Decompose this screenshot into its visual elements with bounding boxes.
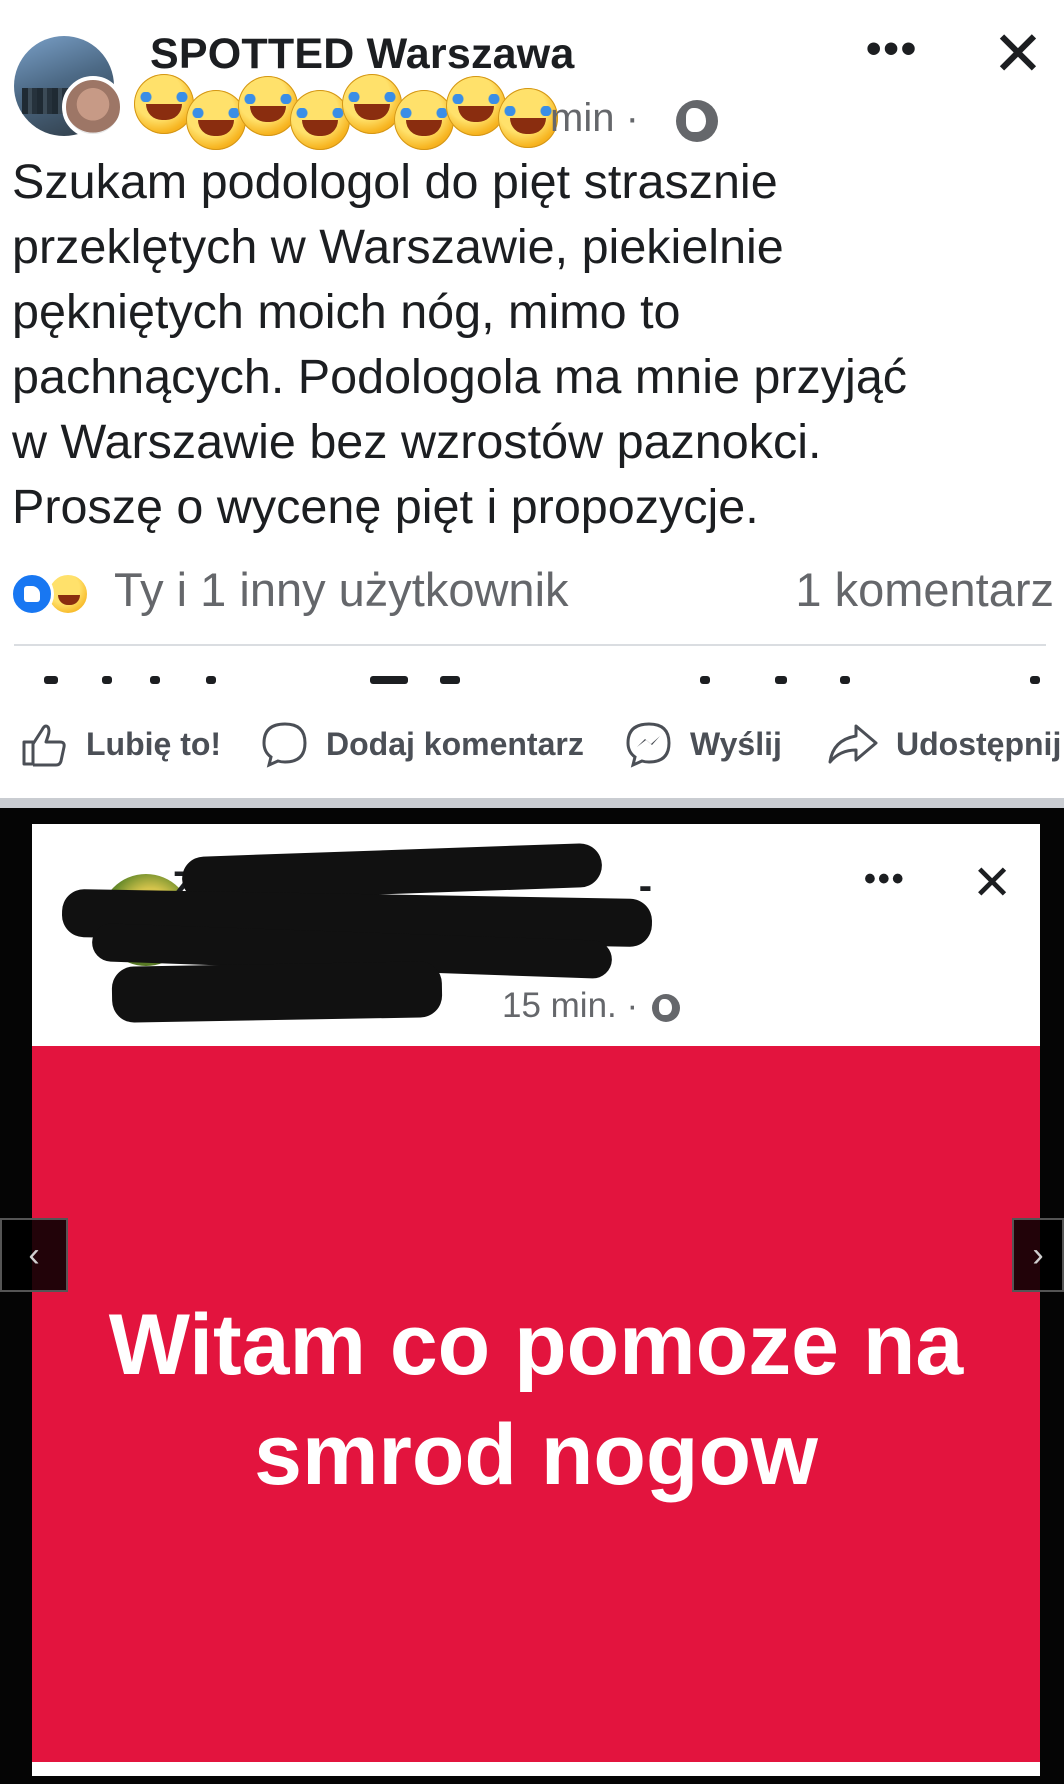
close-icon[interactable]: ✕ [992, 24, 1044, 86]
facebook-post: SPOTTED Warszawa min · ••• ✕ Szukam podo… [0, 0, 1064, 808]
laughing-emoji-icon [498, 88, 558, 148]
laughing-emoji-icon [186, 90, 246, 150]
send-label: Wyślij [690, 725, 782, 762]
text-post-line: smrod nogow [254, 1407, 818, 1503]
laughing-emoji-icon [446, 76, 506, 136]
post-text-line: Szukam podologol do pięt strasznie [12, 155, 778, 209]
laughing-emoji-icon [394, 90, 454, 150]
shared-post: Z - 15 min. · ••• ✕ Witam co pomoze na s… [32, 824, 1040, 1776]
like-icon [10, 572, 54, 616]
share-icon [828, 724, 878, 764]
post-text-line: pękniętych moich nóg, mimo to [12, 285, 681, 339]
comment-label: Dodaj komentarz [326, 725, 584, 762]
text-post-content: Witam co pomoze na smrod nogow [32, 1290, 1040, 1510]
text-post-background: Witam co pomoze na smrod nogow [32, 1046, 1040, 1762]
shared-post-timestamp[interactable]: 15 min. · [502, 986, 638, 1026]
reactions-summary[interactable]: Ty i 1 inny użytkownik 1 komentarz [10, 562, 1060, 618]
previous-arrow-icon[interactable]: ‹ [0, 1218, 68, 1292]
post-timestamp[interactable]: min · [550, 96, 639, 141]
text-post-line: Witam co pomoze na [108, 1297, 964, 1393]
redaction-scribble [111, 961, 443, 1023]
post-text: Szukam podologol do pięt strasznie przek… [12, 150, 1052, 540]
globe-icon [652, 994, 680, 1022]
post-text-line: w Warszawie bez wzrostów paznokci. [12, 415, 822, 469]
comment-icon [262, 722, 307, 768]
user-avatar[interactable] [62, 76, 124, 138]
action-bar: Lubię to! Dodaj komentarz Wyślij Udostęp… [0, 704, 1064, 780]
share-button[interactable]: Udostępnij [826, 714, 1061, 774]
more-options-icon[interactable]: ••• [864, 860, 906, 899]
comments-count[interactable]: 1 komentarz [795, 562, 1054, 617]
reactions-text[interactable]: Ty i 1 inny użytkownik [114, 562, 569, 617]
laughing-emoji-icon [238, 76, 298, 136]
embedded-screenshot: Z - 15 min. · ••• ✕ Witam co pomoze na s… [0, 808, 1064, 1784]
laughing-emoji-icon [342, 74, 402, 134]
separator [0, 798, 1064, 808]
more-options-icon[interactable]: ••• [866, 24, 918, 74]
laughing-emoji-icon [134, 74, 194, 134]
laughing-emoji-icon [290, 90, 350, 150]
messenger-icon [626, 722, 671, 768]
comment-button[interactable]: Dodaj komentarz [260, 714, 584, 774]
globe-icon [676, 100, 718, 142]
post-text-line: przeklętych w Warszawie, piekielnie [12, 220, 784, 274]
send-button[interactable]: Wyślij [624, 714, 782, 774]
post-text-line: pachnących. Podologola ma mnie przyjąć [12, 350, 908, 404]
close-icon[interactable]: ✕ [972, 860, 1012, 908]
laughing-emoji-row [128, 72, 558, 150]
next-arrow-icon[interactable]: › [1012, 1218, 1064, 1292]
like-button[interactable]: Lubię to! [20, 714, 221, 774]
thumbs-up-icon [22, 724, 66, 767]
divider [14, 644, 1046, 646]
share-label: Udostępnij [896, 725, 1062, 762]
like-label: Lubię to! [86, 725, 222, 762]
cropped-action-row [20, 668, 1050, 686]
post-text-line: Proszę o wycenę pięt i propozycje. [12, 480, 759, 534]
